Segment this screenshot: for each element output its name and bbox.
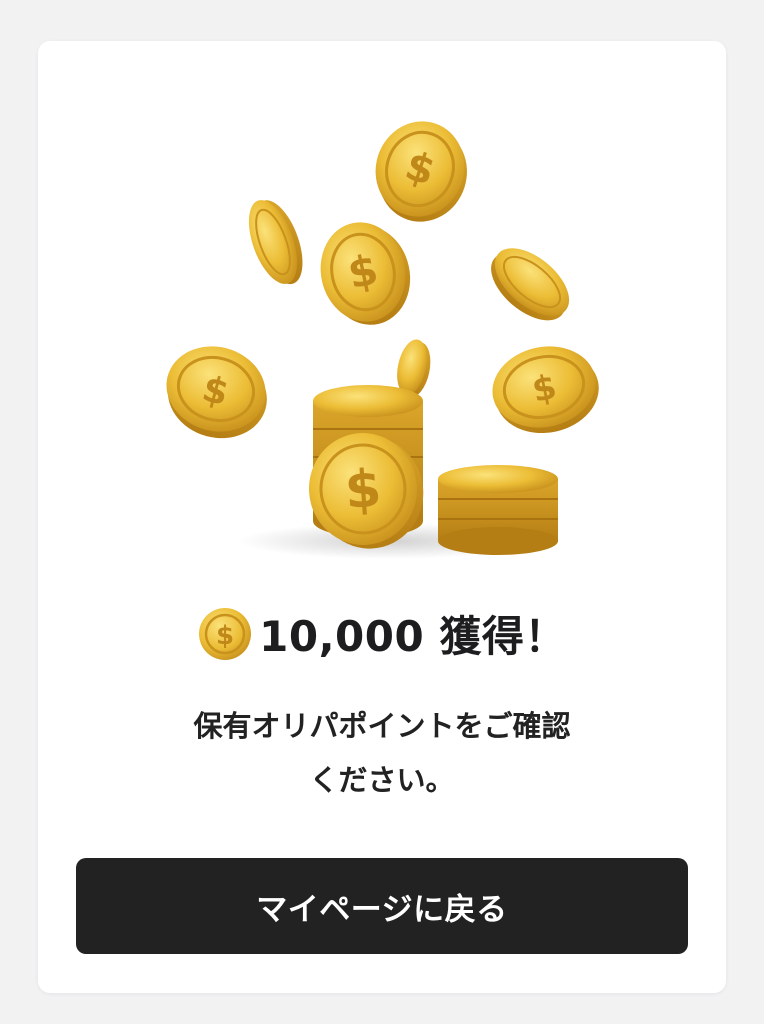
coin-icon: $ bbox=[375, 121, 467, 222]
svg-text:$: $ bbox=[216, 621, 234, 651]
reward-amount-text: 10,000 獲得！ bbox=[259, 603, 567, 664]
reward-card: $ $ $ $ $ $ 10,000 獲得！ 保有オリパポイントをご確認 くださ… bbox=[38, 41, 726, 993]
coin-icon bbox=[491, 248, 570, 321]
coin-icon: $ bbox=[199, 607, 252, 660]
reward-amount-suffix: 獲得！ bbox=[439, 612, 567, 661]
reward-amount: $ 10,000 獲得！ bbox=[38, 603, 726, 664]
falling-coins-illustration: $ $ $ $ $ bbox=[166, 121, 599, 559]
coin-icon: $ bbox=[492, 346, 599, 434]
reward-amount-value: 10,000 bbox=[259, 612, 425, 661]
coin-icon bbox=[248, 200, 303, 285]
message-line-2: ください。 bbox=[309, 763, 455, 797]
message-line-1: 保有オリパポイントをご確認 bbox=[193, 709, 571, 743]
coin-icon: $ bbox=[166, 346, 267, 439]
confirmation-message: 保有オリパポイントをご確認 ください。 bbox=[38, 699, 726, 807]
svg-text:$: $ bbox=[343, 459, 383, 521]
coin-stack-icon bbox=[438, 465, 558, 555]
back-to-mypage-button[interactable]: マイページに戻る bbox=[76, 858, 688, 954]
coin-icon: $ bbox=[320, 222, 411, 325]
